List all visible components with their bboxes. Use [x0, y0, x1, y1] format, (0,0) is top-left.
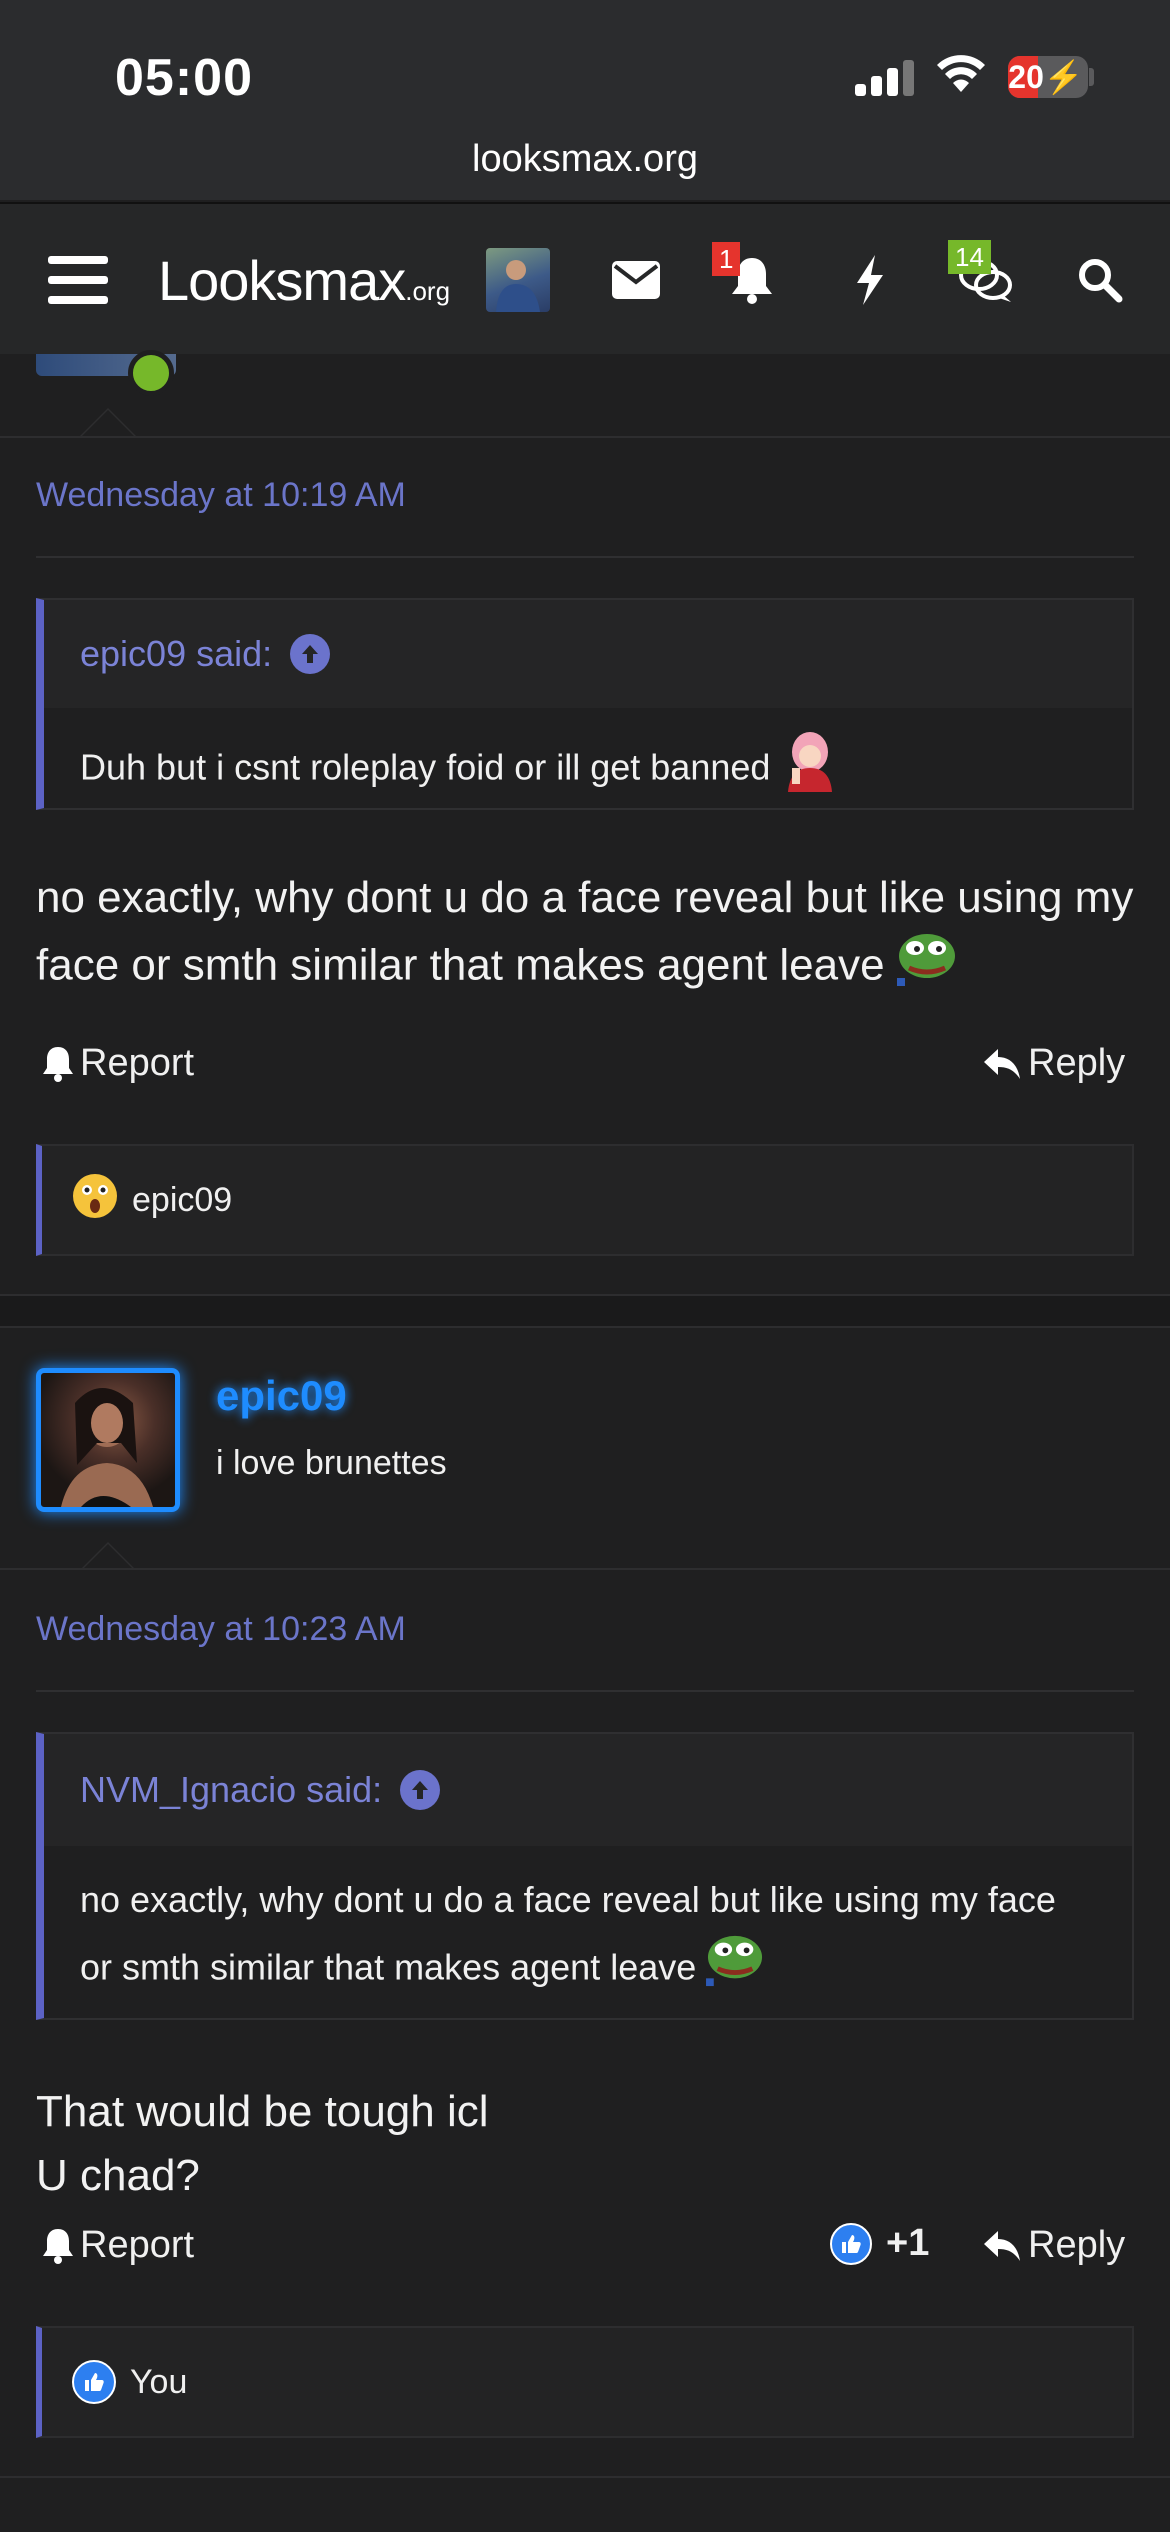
quote-header[interactable]: NVM_Ignacio said:: [44, 1734, 1132, 1846]
alerts-badge: 1: [712, 242, 741, 276]
message-text: no exactly, why dont u do a face reveal …: [36, 873, 1134, 990]
quote-body: Duh but i csnt roleplay foid or ill get …: [44, 708, 1132, 808]
user-info-pointer: [80, 408, 136, 436]
report-button[interactable]: Report: [42, 2224, 194, 2267]
astonished-face-icon: [72, 1173, 118, 1228]
quote-header[interactable]: epic09 said:: [44, 600, 1132, 708]
quote-block: NVM_Ignacio said: no exactly, why dont u…: [36, 1732, 1134, 2020]
report-button[interactable]: Report: [42, 1042, 194, 1085]
reply-arrow-icon: [984, 2230, 1020, 2261]
reactions-bar[interactable]: You: [36, 2326, 1134, 2438]
status-time: 05:00: [115, 49, 253, 107]
message-line: U chad?: [36, 2151, 200, 2200]
quote-text: Duh but i csnt roleplay foid or ill get …: [80, 746, 771, 788]
post-date[interactable]: Wednesday at 10:19 AM: [36, 476, 406, 515]
user-title: i love brunettes: [216, 1444, 447, 1482]
reply-button[interactable]: Reply: [982, 1042, 1125, 1085]
logo-text: Looksmax: [158, 249, 406, 312]
reactions-bar[interactable]: epic09: [36, 1144, 1134, 1256]
divider: [36, 556, 1134, 558]
logo-suffix: .org: [405, 276, 451, 306]
lightning-icon[interactable]: [838, 248, 902, 312]
online-indicator: [128, 350, 174, 396]
quote-block: epic09 said: Duh but i csnt roleplay foi…: [36, 598, 1134, 810]
post-divider: [0, 436, 1170, 438]
site-logo[interactable]: Looksmax.org: [158, 248, 450, 313]
envelope-icon[interactable]: [604, 248, 668, 312]
post-divider: [0, 2476, 1170, 2478]
quote-text: no exactly, why dont u do a face reveal …: [80, 1879, 1056, 1988]
account-avatar[interactable]: [486, 248, 550, 312]
conversations-badge: 14: [948, 240, 991, 274]
pepe-frog-emoji-icon: [896, 930, 957, 1006]
quote-author[interactable]: epic09 said:: [80, 633, 272, 675]
reply-label: Reply: [1028, 2224, 1126, 2266]
search-icon[interactable]: [1068, 248, 1132, 312]
reply-button[interactable]: Reply: [982, 2224, 1125, 2267]
cellular-signal-icon: [855, 58, 915, 96]
user-info-pointer: [80, 1542, 136, 1570]
quote-body: no exactly, why dont u do a face reveal …: [44, 1846, 1132, 2018]
menu-icon[interactable]: [46, 248, 110, 312]
like-button[interactable]: +1: [830, 2222, 929, 2265]
reaction-user[interactable]: epic09: [132, 1181, 232, 1220]
quote-author[interactable]: NVM_Ignacio said:: [80, 1769, 382, 1811]
reply-arrow-icon: [984, 1048, 1020, 1079]
report-label: Report: [80, 1042, 195, 1084]
divider: [36, 1690, 1134, 1692]
status-bar: 05:00 20⚡ looksmax.org: [0, 0, 1170, 200]
like-count: +1: [886, 2222, 930, 2264]
thumbs-up-icon: [830, 2222, 872, 2265]
post-date[interactable]: Wednesday at 10:23 AM: [36, 1610, 406, 1649]
post-message: no exactly, why dont u do a face reveal …: [36, 866, 1146, 1006]
battery-icon: 20⚡: [1008, 56, 1088, 98]
post-divider: [0, 1568, 1170, 1570]
message-line: That would be tough icl: [36, 2087, 489, 2136]
bell-icon: [43, 1046, 73, 1082]
reaction-user[interactable]: You: [130, 2363, 187, 2402]
arrow-up-icon[interactable]: [290, 634, 331, 674]
post-separator: [0, 1294, 1170, 1328]
pepe-frog-emoji-icon: [706, 1932, 764, 2008]
wifi-icon: [937, 55, 985, 92]
report-label: Report: [80, 2224, 195, 2266]
battery-level: 20: [1008, 59, 1044, 95]
post-author[interactable]: epic09: [216, 1372, 347, 1420]
anime-girl-emoji-icon: [780, 728, 840, 812]
bell-icon: [43, 2228, 73, 2264]
site-navbar: Looksmax.org 1 14: [0, 202, 1170, 354]
avatar[interactable]: [36, 1368, 180, 1512]
address-bar-url[interactable]: looksmax.org: [0, 138, 1170, 181]
thumbs-up-icon: [72, 2360, 116, 2404]
post-message: That would be tough icl U chad?: [36, 2080, 1146, 2208]
arrow-up-icon[interactable]: [400, 1770, 441, 1810]
reply-label: Reply: [1028, 1042, 1126, 1084]
